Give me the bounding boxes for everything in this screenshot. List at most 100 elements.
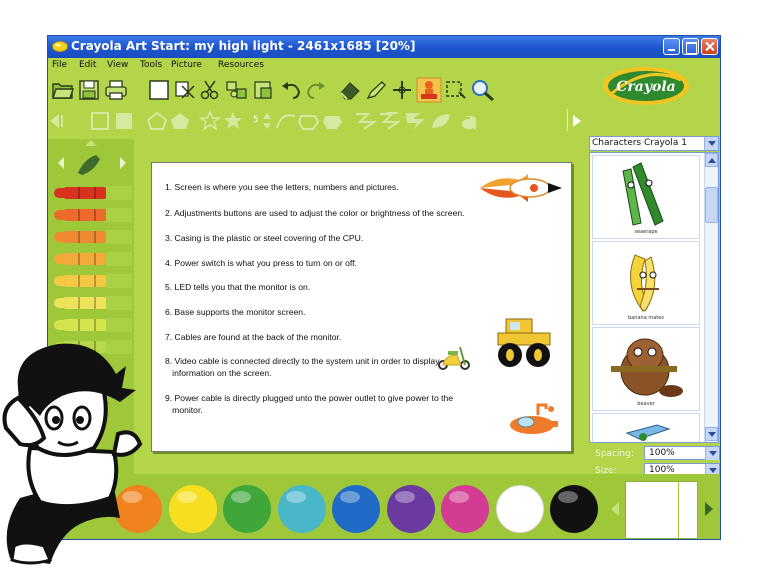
menu-tools[interactable]: Tools	[140, 60, 162, 70]
crayon-tip	[54, 188, 68, 198]
marker-icon[interactable]	[365, 80, 387, 100]
crayon-prev-icon[interactable]	[58, 157, 64, 169]
character-item[interactable]: banana mates	[592, 241, 700, 325]
stamp-icon[interactable]	[416, 77, 442, 103]
magnifier-icon[interactable]	[471, 79, 495, 102]
color-swatch[interactable]	[441, 485, 489, 533]
scroll-thumb[interactable]	[705, 187, 718, 223]
crayon-swatch[interactable]	[54, 208, 106, 222]
pentagon-filled-icon[interactable]	[170, 112, 190, 130]
color-swatch[interactable]	[386, 485, 435, 533]
open-icon[interactable]	[52, 80, 74, 100]
leaf-filled-icon[interactable]	[430, 112, 452, 130]
squiggle-outline-icon[interactable]	[354, 111, 380, 131]
screen: Crayola Art Start: my high light - 2461x…	[0, 0, 782, 576]
crayon-body	[64, 253, 106, 265]
select-icon[interactable]	[445, 80, 467, 100]
menu-file[interactable]: File	[52, 60, 67, 70]
title-bar[interactable]: Crayola Art Start: my high light - 2461x…	[48, 36, 720, 58]
redo-icon[interactable]	[305, 80, 327, 100]
monster-truck-sticker[interactable]	[494, 317, 554, 369]
toolbar-divider	[567, 109, 568, 131]
plane-character-image	[625, 424, 671, 441]
rect-outline-icon[interactable]	[91, 112, 109, 130]
scooter-sticker[interactable]	[436, 341, 472, 371]
crayon-next-icon[interactable]	[120, 157, 126, 169]
curve-outline-icon[interactable]	[275, 112, 297, 130]
character-set-select[interactable]: Characters Crayola 1	[589, 136, 719, 151]
color-swatch[interactable]	[168, 485, 217, 533]
character-scrollbar[interactable]	[704, 153, 718, 442]
squiggle-filled-icon[interactable]	[404, 111, 430, 131]
drawing-canvas[interactable]: 1. Screen is where you see the letters, …	[151, 162, 572, 452]
star-outline-icon[interactable]	[198, 109, 222, 131]
character-item[interactable]	[592, 413, 700, 442]
color-swatch[interactable]	[332, 485, 380, 533]
minimize-button[interactable]	[663, 38, 680, 55]
palette-next-icon[interactable]	[703, 500, 715, 518]
star-filled-icon[interactable]	[223, 111, 243, 131]
character-item[interactable]: beaver	[592, 327, 700, 411]
crayon-swatch[interactable]	[54, 252, 106, 266]
chevron-down-icon[interactable]	[705, 447, 719, 460]
blob-outline-icon[interactable]	[297, 112, 320, 130]
crayon-swatch[interactable]	[54, 296, 106, 310]
text-tool-icon[interactable]	[458, 111, 480, 131]
pentagon-outline-icon[interactable]	[146, 111, 168, 130]
crayon-body	[64, 319, 106, 331]
maximize-button[interactable]	[682, 38, 699, 55]
crayon-swatch[interactable]	[54, 230, 106, 244]
menu-edit[interactable]: Edit	[79, 60, 96, 70]
crayon-swatch[interactable]	[54, 318, 106, 332]
shape-scroll-left-icon[interactable]	[50, 112, 72, 130]
canvas-line-8b: information on the screen.	[165, 368, 272, 378]
menu-resources[interactable]: Resources	[218, 60, 264, 70]
squiggle-double-icon[interactable]	[378, 111, 404, 131]
character-caption: beaver	[637, 401, 655, 407]
rocket-sticker[interactable]	[478, 171, 564, 205]
shape-scroll-right-icon[interactable]	[570, 112, 584, 130]
color-swatch[interactable]	[495, 485, 544, 533]
save-icon[interactable]	[79, 80, 99, 100]
banana-characters-image	[630, 254, 659, 312]
copy-icon[interactable]	[226, 80, 248, 100]
spacing-select[interactable]: 100%	[644, 446, 720, 460]
cut-icon[interactable]	[200, 80, 220, 100]
print-icon[interactable]	[105, 80, 127, 100]
crayon-scroll-up-icon[interactable]	[84, 139, 98, 147]
crayon-body	[64, 231, 106, 243]
character-item[interactable]: seaerape	[592, 155, 700, 239]
size-stepper-icon[interactable]	[262, 112, 272, 130]
crayon-slot	[106, 230, 132, 244]
palette-prev-icon[interactable]	[609, 500, 621, 518]
menu-view[interactable]: View	[107, 60, 128, 70]
chevron-down-icon[interactable]	[704, 137, 718, 150]
menu-picture[interactable]: Picture	[171, 60, 202, 70]
blob-filled-icon[interactable]	[322, 112, 344, 130]
paste-icon[interactable]	[253, 80, 273, 100]
canvas-line-4: 4. Power switch is what you press to tur…	[165, 258, 357, 268]
crayon-swatch[interactable]	[54, 274, 106, 288]
clear-icon[interactable]	[174, 80, 196, 100]
crayon-tip	[54, 276, 68, 286]
crayon-band	[78, 209, 80, 221]
spaceship-sticker[interactable]	[504, 401, 560, 441]
close-button[interactable]	[701, 38, 718, 55]
crosshair-icon[interactable]	[391, 80, 413, 100]
canvas-line-8: 8. Video cable is connected directly to …	[165, 356, 440, 366]
crayon-app-icon	[52, 41, 68, 52]
crayon-body	[64, 275, 106, 287]
color-swatch[interactable]	[223, 485, 271, 533]
color-swatch[interactable]	[550, 485, 598, 533]
rect-filled-icon[interactable]	[115, 112, 133, 130]
scroll-down-icon[interactable]	[705, 427, 718, 441]
eraser-icon[interactable]	[339, 80, 361, 100]
scroll-up-icon[interactable]	[705, 153, 718, 167]
logo-panel: Crayola	[589, 58, 720, 135]
canvas-line-6: 6. Base supports the monitor screen.	[165, 307, 306, 317]
new-page-icon[interactable]	[149, 80, 169, 100]
color-swatch[interactable]	[277, 485, 326, 533]
undo-icon[interactable]	[280, 80, 302, 100]
crayon-band	[94, 275, 96, 287]
crayon-swatch[interactable]	[54, 186, 106, 200]
